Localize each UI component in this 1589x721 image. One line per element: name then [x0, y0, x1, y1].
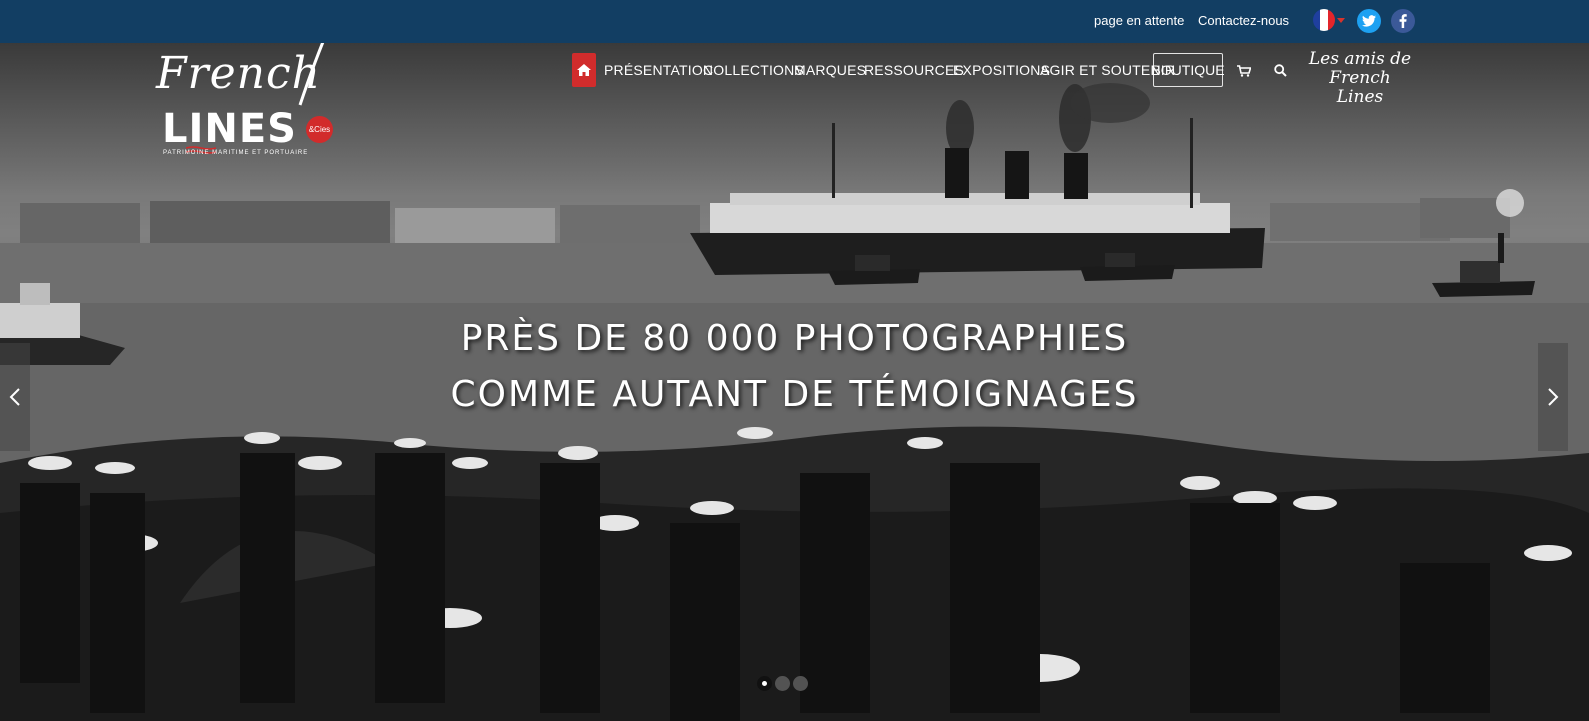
- chevron-left-icon: [9, 388, 20, 406]
- slider-prev-button[interactable]: [0, 343, 30, 451]
- language-caret-icon[interactable]: [1337, 18, 1345, 23]
- nav-home-button[interactable]: [572, 53, 596, 87]
- home-icon: [577, 64, 591, 76]
- nav-item-marques[interactable]: MARQUES: [794, 62, 866, 78]
- slider-dot-1[interactable]: [757, 676, 772, 691]
- hero-caption: PRÈS DE 80 000 PHOTOGRAPHIES COMME AUTAN…: [0, 311, 1589, 423]
- logo-script: French: [156, 48, 321, 99]
- search-icon[interactable]: [1274, 64, 1287, 82]
- logo-badge: &Cies: [306, 116, 333, 143]
- logo-tagline: PATRIMOINE MARITIME ET PORTUAIRE: [163, 150, 309, 156]
- facebook-icon[interactable]: [1391, 9, 1415, 33]
- amis-line-2: French Lines: [1329, 68, 1391, 107]
- contact-link[interactable]: Contactez-nous: [1198, 13, 1289, 28]
- chevron-right-icon: [1548, 388, 1559, 406]
- amis-french-lines-link[interactable]: Les amis de French Lines: [1305, 50, 1415, 107]
- hero-caption-line-2: COMME AUTANT DE TÉMOIGNAGES: [450, 374, 1139, 415]
- slider-dot-3[interactable]: [793, 676, 808, 691]
- twitter-icon[interactable]: [1357, 9, 1381, 33]
- nav-item-collections[interactable]: COLLECTIONS: [703, 62, 804, 78]
- nav-boutique-button[interactable]: BOUTIQUE: [1151, 53, 1225, 87]
- slider-dot-2[interactable]: [775, 676, 790, 691]
- slider-pagination: [757, 676, 808, 691]
- amis-line-1: Les amis de: [1308, 49, 1412, 69]
- logo-lines: LINES: [162, 106, 297, 152]
- france-flag-icon[interactable]: [1313, 9, 1335, 31]
- nav-item-ressources[interactable]: RESSOURCES: [864, 62, 964, 78]
- cart-icon[interactable]: [1237, 64, 1252, 82]
- top-bar: page en attente Contactez-nous: [0, 0, 1589, 43]
- hero-caption-line-1: PRÈS DE 80 000 PHOTOGRAPHIES: [460, 318, 1129, 359]
- pending-page-link[interactable]: page en attente: [1094, 13, 1184, 28]
- nav-item-expositions[interactable]: EXPOSITIONS: [953, 62, 1050, 78]
- nav-item-presentation[interactable]: PRÉSENTATION: [604, 62, 713, 78]
- slider-next-button[interactable]: [1538, 343, 1568, 451]
